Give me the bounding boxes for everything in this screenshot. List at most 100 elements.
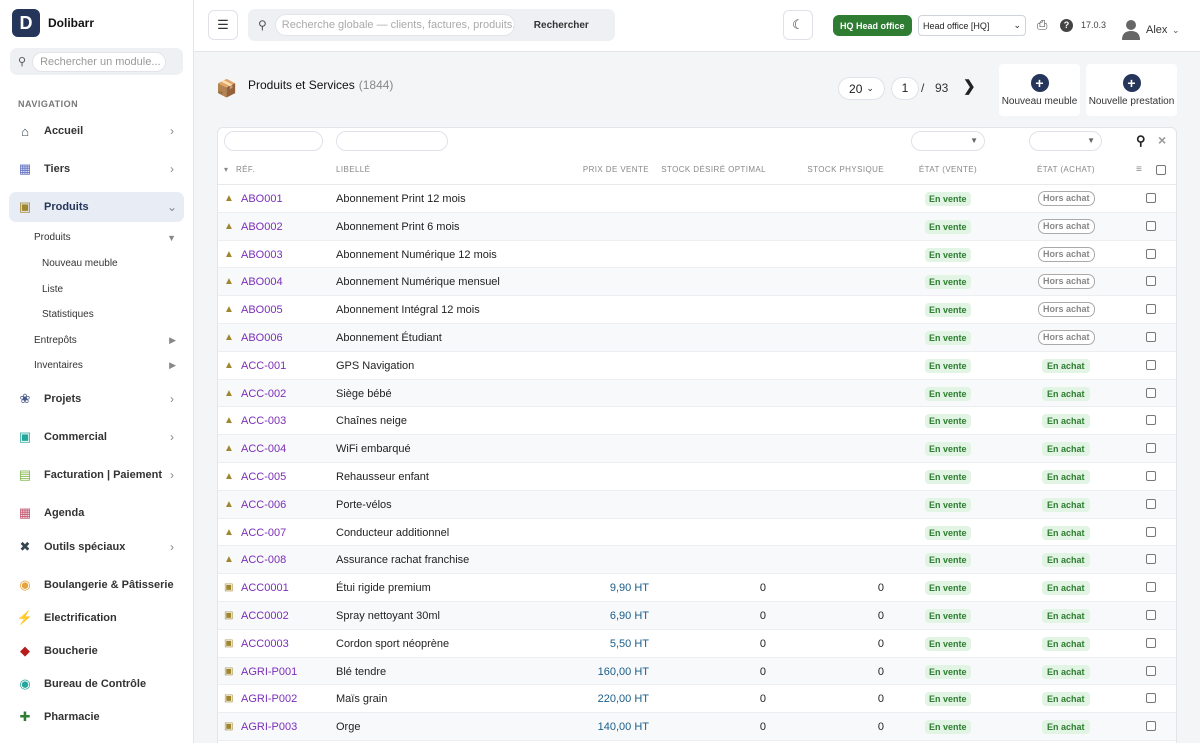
product-ref-link[interactable]: ACC-003 [241,415,286,427]
sell-status-badge[interactable]: En vente [925,664,971,679]
dark-mode-button[interactable]: ☾ [783,10,813,40]
sidebar-subitem-produits[interactable]: Produits ▼ [34,232,176,243]
product-ref-link[interactable]: AGRI-P002 [241,693,297,705]
buy-status-badge[interactable]: En achat [1042,553,1090,568]
sell-status-badge[interactable]: En vente [925,442,971,457]
table-row[interactable]: ▲ ACC-006 Porte-vélos En vente En achat [218,490,1176,519]
help-icon[interactable]: ? [1060,19,1073,32]
table-row[interactable]: ▣ ACC0001 Étui rigide premium 9,90 HT 0 0 En v… [218,574,1176,602]
sell-status-badge[interactable]: En vente [925,692,971,707]
table-row[interactable]: ▲ ABO001 Abonnement Print 12 mois En vente H… [218,185,1176,213]
col-price[interactable]: PRIX DE VENTE [548,165,649,174]
product-ref-link[interactable]: ACC-007 [241,527,286,539]
table-row[interactable]: ▲ ACC-005 Rehausseur enfant En vente En acha… [218,463,1176,491]
sidebar-item-accueil[interactable]: ⌂ Accueil › [9,116,184,146]
row-select-checkbox[interactable] [1146,498,1156,509]
entity-select[interactable]: Head office [HQ] ⌄ [918,15,1026,36]
sidebar-subitem-entrepots[interactable]: Entrepôts ▶ [34,335,176,346]
row-select-checkbox[interactable] [1146,193,1156,203]
row-select-checkbox[interactable] [1146,359,1156,370]
printer-icon[interactable]: ⎙ [1037,17,1047,33]
buy-status-badge[interactable]: En achat [1042,664,1090,679]
buy-status-badge[interactable]: En achat [1042,470,1090,484]
row-select-checkbox[interactable] [1146,471,1156,481]
table-row[interactable]: ▲ ABO002 Abonnement Print 6 mois En vente Ho… [218,212,1176,241]
sell-status-badge[interactable]: En vente [925,358,971,373]
filter-label-input[interactable] [336,131,448,151]
table-row[interactable]: ▲ ABO006 Abonnement Étudiant En vente Hors a… [218,324,1176,352]
product-ref-link[interactable]: ACC-006 [241,499,286,511]
buy-status-badge[interactable]: En achat [1042,609,1090,623]
buy-status-badge[interactable]: En achat [1042,692,1090,707]
sidebar-item-tiers[interactable]: ▦ Tiers › [9,154,184,184]
product-ref-link[interactable]: AGRI-P003 [241,721,297,733]
sell-status-badge[interactable]: En vente [925,581,971,596]
row-select-checkbox[interactable] [1146,276,1156,287]
product-ref-link[interactable]: ACC0001 [241,582,289,594]
next-page-icon[interactable]: ❯ [963,77,976,95]
select-all-checkbox[interactable] [1156,165,1166,175]
row-select-checkbox[interactable] [1146,721,1156,732]
sell-status-badge[interactable]: En vente [925,219,971,234]
table-row[interactable]: ▲ ABO005 Abonnement Intégral 12 mois En ven… [218,296,1176,324]
table-row[interactable]: ▲ ACC-008 Assurance rachat franchise En ven… [218,546,1176,575]
global-search-input[interactable] [274,14,515,36]
product-ref-link[interactable]: ABO005 [241,304,283,316]
sidebar-item-projets[interactable]: ❀ Projets › [9,384,184,414]
product-ref-link[interactable]: ABO003 [241,249,283,261]
table-row[interactable]: ▣ ACC0002 Spray nettoyant 30ml 6,90 HT 0 0 En … [218,602,1176,630]
sort-caret-icon[interactable]: ▾ [224,165,228,174]
sidebar-item-outils-sp-ciaux[interactable]: ✖ Outils spéciaux › [9,532,184,562]
row-select-checkbox[interactable] [1146,220,1156,231]
product-ref-link[interactable]: AGRI-P001 [241,666,297,678]
brand[interactable]: D Dolibarr [12,9,94,37]
sell-status-badge[interactable]: En vente [925,331,971,345]
buy-status-badge[interactable]: En achat [1042,442,1090,457]
row-select-checkbox[interactable] [1146,665,1156,676]
buy-status-badge[interactable]: Hors achat [1038,218,1095,234]
product-ref-link[interactable]: ACC0003 [241,638,289,650]
sell-status-badge[interactable]: En vente [925,303,971,318]
sidebar-item-pharmacie[interactable]: ✚ Pharmacie [9,702,184,732]
sell-status-badge[interactable]: En vente [925,414,971,429]
table-row[interactable]: ▣ AGRI-P001 Blé tendre 160,00 HT 0 0 En vente E… [218,657,1176,686]
sidebar-item-boucherie[interactable]: ◆ Boucherie [9,636,184,666]
buy-status-badge[interactable]: En achat [1042,636,1090,651]
product-ref-link[interactable]: ABO004 [241,276,283,288]
row-select-checkbox[interactable] [1146,693,1156,704]
table-row[interactable]: ▣ AGRI-P003 Orge 140,00 HT 0 0 En vente En acha… [218,713,1176,741]
sidebar-subitem-liste[interactable]: Liste [42,284,63,295]
table-row[interactable]: ▲ ABO004 Abonnement Numérique mensuel En ve… [218,268,1176,297]
sidebar-subitem-nouveau-meuble[interactable]: Nouveau meuble [42,258,118,269]
product-ref-link[interactable]: ACC-001 [241,360,286,372]
product-ref-link[interactable]: ABO006 [241,332,283,344]
sell-status-badge[interactable]: En vente [925,609,971,623]
buy-status-badge[interactable]: En achat [1042,720,1090,735]
table-row[interactable]: ▲ ACC-002 Siège bébé En vente En achat [218,379,1176,408]
row-select-checkbox[interactable] [1146,304,1156,315]
table-row[interactable]: ▲ ACC-004 WiFi embarqué En vente En achat [218,435,1176,463]
module-search-input[interactable] [32,51,167,72]
filter-sell-state-select[interactable]: ▼ [911,131,985,151]
buy-status-badge[interactable]: Hors achat [1038,191,1095,206]
row-select-checkbox[interactable] [1146,582,1156,593]
chevron-down-icon[interactable]: ⌄ [1172,25,1180,36]
product-ref-link[interactable]: ABO001 [241,193,283,205]
sidebar-item-facturation-paiement[interactable]: ▤ Facturation | Paiement › [9,460,184,490]
buy-status-badge[interactable]: En achat [1042,414,1090,429]
sell-status-badge[interactable]: En vente [925,636,971,651]
row-select-checkbox[interactable] [1146,415,1156,426]
sell-status-badge[interactable]: En vente [925,553,971,568]
sidebar-item-boulangerie-p-tisserie[interactable]: ◉ Boulangerie & Pâtisserie [9,570,184,600]
sidebar-item-produits[interactable]: ▣ Produits ⌄ [9,192,184,222]
product-ref-link[interactable]: ACC-005 [241,471,286,483]
buy-status-badge[interactable]: Hors achat [1038,246,1095,262]
product-ref-link[interactable]: ABO002 [241,221,283,233]
row-select-checkbox[interactable] [1146,248,1156,259]
sell-status-badge[interactable]: En vente [925,470,971,484]
row-select-checkbox[interactable] [1146,610,1156,620]
sidebar-item-agenda[interactable]: ▦ Agenda [9,498,184,528]
list-columns-icon[interactable]: ≡ [1136,164,1142,175]
sell-status-badge[interactable]: En vente [925,192,971,206]
row-select-checkbox[interactable] [1146,637,1156,648]
